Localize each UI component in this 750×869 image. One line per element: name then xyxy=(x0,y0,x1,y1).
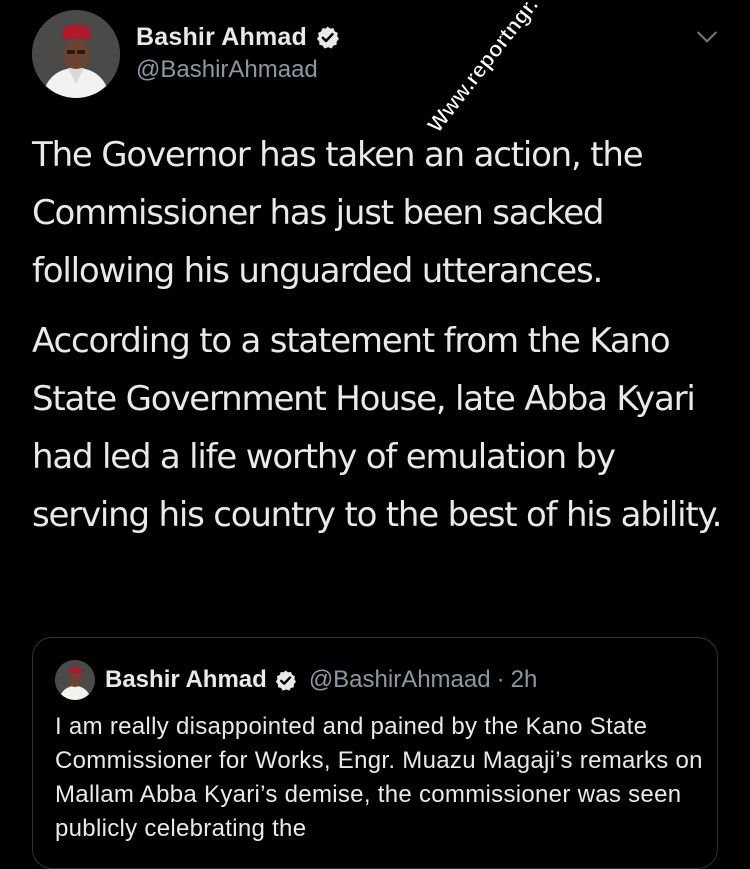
author-name[interactable]: Bashir Ahmad xyxy=(136,23,307,52)
quoted-author-avatar xyxy=(55,660,95,700)
author-handle[interactable]: @BashirAhmaad xyxy=(136,56,340,84)
tweet-paragraph: According to a statement from the Kano S… xyxy=(32,321,722,535)
verified-badge-icon xyxy=(274,669,297,692)
tweet-header: Bashir Ahmad @BashirAhmaad xyxy=(32,10,720,100)
quoted-tweet-text: I am really disappointed and pained by t… xyxy=(55,713,703,842)
quoted-tweet-time: 2h xyxy=(510,666,538,693)
tweet-paragraph: The Governor has taken an action, the Co… xyxy=(32,135,644,291)
separator-dot: · xyxy=(496,666,505,693)
chevron-down-icon[interactable] xyxy=(694,24,720,50)
verified-badge-icon xyxy=(315,25,340,50)
author-block: Bashir Ahmad @BashirAhmaad xyxy=(136,22,340,84)
quoted-tweet-card[interactable]: Bashir Ahmad @BashirAhmaad · 2h I am rea… xyxy=(32,637,718,869)
quoted-author-name: Bashir Ahmad xyxy=(105,666,267,693)
author-avatar[interactable] xyxy=(32,10,120,98)
quoted-author-handle: @BashirAhmaad xyxy=(308,666,491,693)
quoted-tweet-header: Bashir Ahmad @BashirAhmaad · 2h xyxy=(55,660,537,700)
tweet-text: The Governor has taken an action, the Co… xyxy=(32,126,722,556)
